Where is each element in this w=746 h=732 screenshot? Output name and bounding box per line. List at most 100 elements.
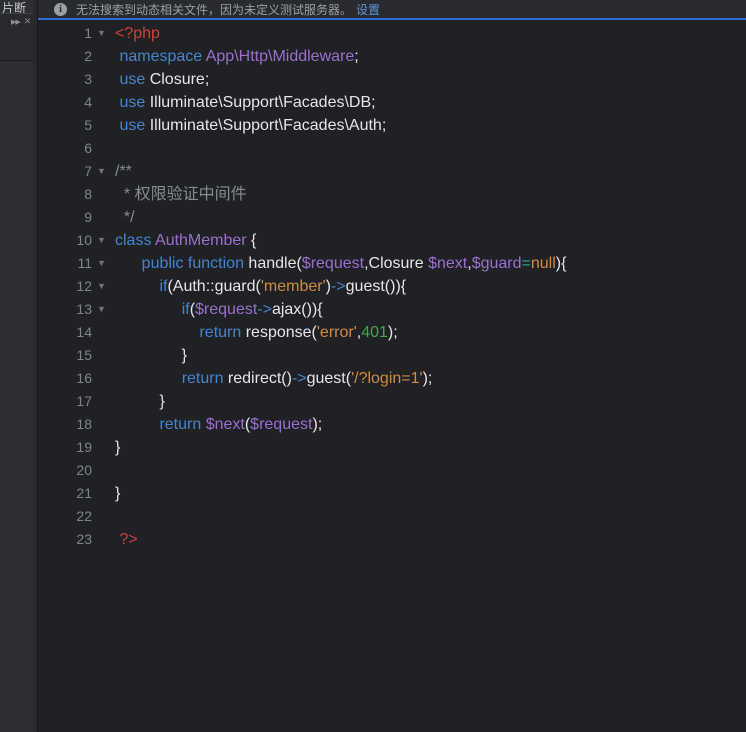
code-text: /** (115, 163, 132, 180)
line-number[interactable]: 23 (38, 528, 92, 551)
line-number[interactable]: 8 (38, 183, 92, 206)
fold-arrow-icon[interactable]: ▼ (92, 229, 115, 252)
fold-gutter (92, 183, 115, 206)
fold-gutter (92, 321, 115, 344)
fold-gutter (92, 390, 115, 413)
line-number[interactable]: 15 (38, 344, 92, 367)
code-text: * 权限验证中间件 (115, 186, 247, 203)
code-line: 8 * 权限验证中间件 (38, 183, 746, 206)
code-line: 6 (38, 137, 746, 160)
code-line: 3 use Closure; (38, 68, 746, 91)
code-line: 9 */ (38, 206, 746, 229)
notification-bar: i 无法搜索到动态相关文件，因为未定义测试服务器。 设置 (38, 0, 746, 20)
fold-gutter (92, 206, 115, 229)
sidebar-toolbar: ▶▶ ✕ (0, 13, 37, 61)
fold-gutter (92, 413, 115, 436)
code-line: 17 } (38, 390, 746, 413)
code-editor[interactable]: 1 ▼ <?php 2 namespace App\Http\Middleware; 3… (38, 20, 746, 730)
info-icon: i (54, 2, 67, 16)
line-number[interactable]: 9 (38, 206, 92, 229)
notification-message: 无法搜索到动态相关文件，因为未定义测试服务器。 (76, 2, 353, 17)
code-text: return response('error',401); (199, 324, 398, 341)
snippets-sidebar: 片断 ▶▶ ✕ (0, 0, 38, 732)
line-number[interactable]: 19 (38, 436, 92, 459)
fold-arrow-icon[interactable]: ▼ (92, 252, 115, 275)
line-number[interactable]: 21 (38, 482, 92, 505)
code-text: } (115, 439, 121, 456)
code-line: 15 } (38, 344, 746, 367)
fold-arrow-icon[interactable]: ▼ (92, 160, 115, 183)
code-line: 18 return $next($request); (38, 413, 746, 436)
code-line: 14 return response('error',401); (38, 321, 746, 344)
fold-gutter (92, 459, 115, 482)
code-line: 23 ?> (38, 528, 746, 551)
code-line: 5 use Illuminate\Support\Facades\Auth; (38, 114, 746, 137)
code-line: 16 return redirect()->guest('/?login=1')… (38, 367, 746, 390)
code-text: return $next($request); (159, 416, 323, 433)
line-number[interactable]: 12 (38, 275, 92, 298)
fold-arrow-icon[interactable]: ▼ (92, 22, 115, 45)
code-line: 4 use Illuminate\Support\Facades\DB; (38, 91, 746, 114)
code-line: 10 ▼ class AuthMember { (38, 229, 746, 252)
fold-arrow-icon[interactable]: ▼ (92, 275, 115, 298)
line-number[interactable]: 20 (38, 459, 92, 482)
fold-gutter (92, 528, 115, 551)
fold-gutter (92, 436, 115, 459)
code-line: 7 ▼/** (38, 160, 746, 183)
code-text: <?php (115, 25, 160, 42)
line-number[interactable]: 13 (38, 298, 92, 321)
code-text: return redirect()->guest('/?login=1'); (181, 370, 433, 387)
fold-gutter (92, 367, 115, 390)
fold-gutter (92, 114, 115, 137)
code-text: if(Auth::guard('member')->guest()){ (159, 278, 407, 295)
code-text: use Illuminate\Support\Facades\DB; (119, 94, 376, 111)
fold-gutter (92, 505, 115, 528)
line-number[interactable]: 11 (38, 252, 92, 275)
code-line: 21} (38, 482, 746, 505)
line-number[interactable]: 3 (38, 68, 92, 91)
source-pane: i 无法搜索到动态相关文件，因为未定义测试服务器。 设置 1 ▼ <?php 2 na… (38, 0, 746, 732)
code-line: 13 ▼ if($request->ajax()){ (38, 298, 746, 321)
run-snippet-icon[interactable]: ▶▶ (11, 18, 21, 26)
fold-gutter (92, 137, 115, 160)
code-text: ?> (119, 531, 138, 548)
code-line: 1 ▼ <?php (38, 22, 746, 45)
code-line: 20 (38, 459, 746, 482)
line-number[interactable]: 18 (38, 413, 92, 436)
fold-gutter (92, 344, 115, 367)
code-text: use Illuminate\Support\Facades\Auth; (119, 117, 387, 134)
line-number[interactable]: 7 (38, 160, 92, 183)
line-number[interactable]: 14 (38, 321, 92, 344)
devtools-snippets-panel: 片断 ▶▶ ✕ i 无法搜索到动态相关文件，因为未定义测试服务器。 设置 1 ▼ <… (0, 0, 746, 732)
line-number[interactable]: 10 (38, 229, 92, 252)
line-number[interactable]: 2 (38, 45, 92, 68)
line-number[interactable]: 17 (38, 390, 92, 413)
line-number[interactable]: 1 (38, 22, 92, 45)
line-number[interactable]: 6 (38, 137, 92, 160)
line-number[interactable]: 16 (38, 367, 92, 390)
code-text: if($request->ajax()){ (181, 301, 323, 318)
fold-gutter (92, 45, 115, 68)
code-text: } (115, 393, 165, 410)
code-line: 11 ▼ public function handle($request,Clos… (38, 252, 746, 275)
code-text: use Closure; (119, 71, 210, 88)
line-number[interactable]: 22 (38, 505, 92, 528)
fold-arrow-icon[interactable]: ▼ (92, 298, 115, 321)
code-text: namespace App\Http\Middleware; (119, 48, 359, 65)
code-text: public function handle($request,Closure … (141, 255, 567, 272)
code-text: } (115, 485, 121, 502)
code-text: } (115, 347, 188, 364)
settings-link[interactable]: 设置 (356, 1, 380, 18)
code-line: 2 namespace App\Http\Middleware; (38, 45, 746, 68)
code-text: class AuthMember { (115, 232, 257, 249)
close-icon[interactable]: ✕ (24, 16, 32, 27)
line-number[interactable]: 4 (38, 91, 92, 114)
fold-gutter (92, 482, 115, 505)
fold-gutter (92, 68, 115, 91)
code-line: 19} (38, 436, 746, 459)
fold-gutter (92, 91, 115, 114)
line-number[interactable]: 5 (38, 114, 92, 137)
code-text: */ (115, 209, 135, 226)
code-line: 12 ▼ if(Auth::guard('member')->guest()){ (38, 275, 746, 298)
code-line: 22 (38, 505, 746, 528)
